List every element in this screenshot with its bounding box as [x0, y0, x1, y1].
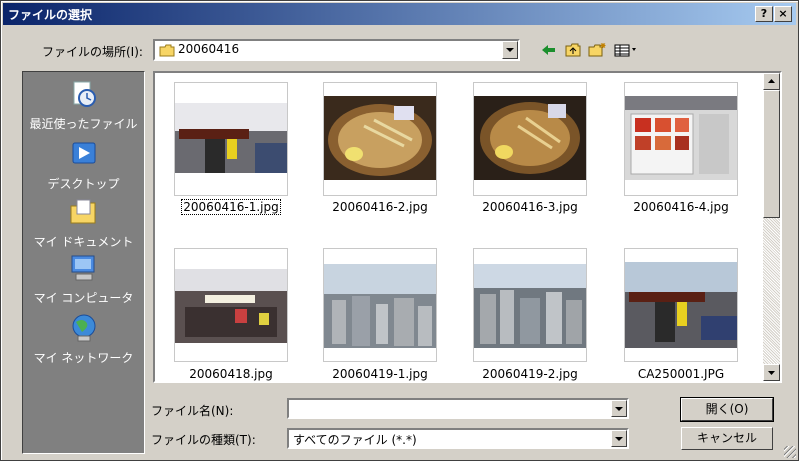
filetype-dropdown-button[interactable] — [611, 430, 627, 447]
place-my-computer[interactable]: マイ コンピュータ — [23, 252, 144, 306]
help-button[interactable]: ? — [755, 6, 773, 22]
location-combo[interactable]: 20060416 — [153, 39, 520, 61]
my-documents-icon — [70, 199, 95, 224]
desktop-icon — [72, 142, 95, 164]
place-label: デスクトップ — [47, 177, 120, 191]
close-button[interactable]: × — [774, 6, 792, 22]
back-icon[interactable] — [538, 42, 558, 60]
folder-icon — [159, 44, 175, 57]
file-open-dialog: ファイルの選択 ? × ファイルの場所(I): 20060416 最近使ったファ… — [0, 0, 799, 461]
file-thumbnail[interactable] — [624, 248, 738, 362]
vertical-scrollbar[interactable] — [763, 73, 780, 381]
filetype-label: ファイルの種類(T): — [151, 433, 256, 447]
file-thumbnail[interactable] — [473, 248, 587, 362]
cancel-button[interactable]: キャンセル — [681, 427, 773, 450]
file-name[interactable]: 20060418.jpg — [161, 367, 301, 381]
my-network-icon — [72, 314, 95, 342]
file-thumbnail[interactable] — [174, 248, 288, 362]
place-label: 最近使ったファイル — [29, 117, 138, 131]
view-menu-icon[interactable] — [613, 42, 639, 60]
window-title: ファイルの選択 — [8, 8, 93, 22]
file-name[interactable]: CA250001.JPG — [611, 367, 751, 381]
filename-label: ファイル名(N): — [151, 404, 234, 418]
place-my-documents[interactable]: マイ ドキュメント — [23, 196, 144, 250]
place-desktop[interactable]: デスクトップ — [23, 138, 144, 192]
scroll-down-button[interactable] — [763, 364, 780, 381]
location-label: ファイルの場所(I): — [42, 45, 143, 59]
location-value: 20060416 — [178, 42, 240, 56]
file-thumbnail[interactable] — [323, 82, 437, 196]
scroll-thumb[interactable] — [763, 90, 780, 218]
file-name[interactable]: 20060416-2.jpg — [310, 200, 450, 214]
location-dropdown-button[interactable] — [502, 41, 518, 59]
filetype-select[interactable]: すべてのファイル (*.*) — [287, 428, 629, 449]
resize-grip[interactable] — [784, 446, 796, 458]
places-bar: 最近使ったファイル デスクトップ マイ ドキュメント マイ コンピュータ マイ … — [22, 71, 145, 454]
file-list[interactable]: 20060416-1.jpg 20060416-2.jpg 20060416-3… — [153, 71, 782, 383]
place-recent[interactable]: 最近使ったファイル — [23, 78, 144, 132]
file-name[interactable]: 20060416-4.jpg — [611, 200, 751, 214]
filename-input[interactable] — [287, 398, 629, 419]
place-label: マイ ドキュメント — [33, 235, 134, 249]
title-bar[interactable]: ファイルの選択 ? × — [3, 3, 796, 25]
file-name[interactable]: 20060416-1.jpg — [161, 199, 301, 215]
file-thumbnail[interactable] — [624, 82, 738, 196]
file-name[interactable]: 20060416-3.jpg — [460, 200, 600, 214]
scroll-up-button[interactable] — [763, 73, 780, 90]
file-thumbnail[interactable] — [473, 82, 587, 196]
up-folder-icon[interactable] — [563, 42, 583, 60]
file-name[interactable]: 20060419-2.jpg — [460, 367, 600, 381]
my-computer-icon — [71, 255, 94, 281]
filetype-value: すべてのファイル (*.*) — [293, 433, 417, 447]
file-name[interactable]: 20060419-1.jpg — [310, 367, 450, 381]
filename-dropdown-button[interactable] — [611, 400, 627, 417]
recent-documents-icon — [73, 81, 96, 107]
file-thumbnail[interactable] — [323, 248, 437, 362]
new-folder-icon[interactable] — [587, 42, 607, 60]
place-label: マイ コンピュータ — [33, 291, 134, 305]
place-label: マイ ネットワーク — [33, 351, 134, 365]
open-button[interactable]: 開く(O) — [680, 397, 774, 422]
file-thumbnail[interactable] — [174, 82, 288, 196]
place-my-network[interactable]: マイ ネットワーク — [23, 312, 144, 366]
